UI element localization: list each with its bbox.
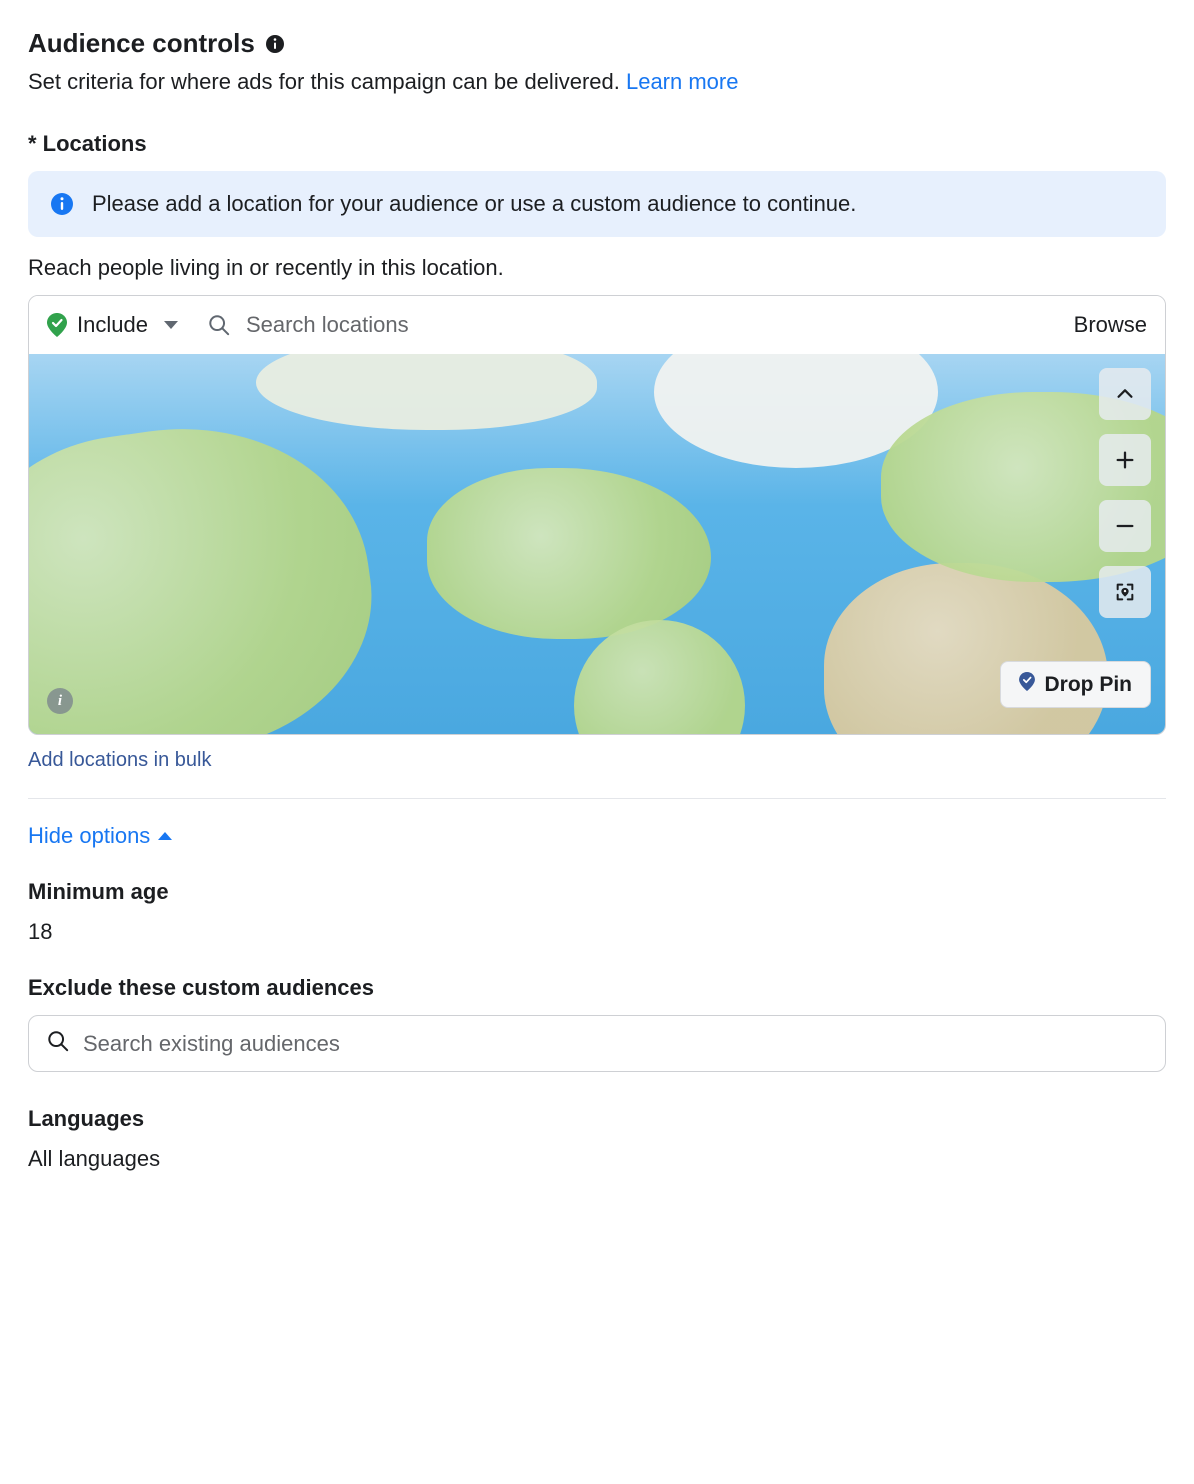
exclude-audiences-label: Exclude these custom audiences — [28, 975, 1166, 1001]
info-circle-icon — [50, 192, 74, 216]
map-terrain — [29, 404, 390, 734]
languages-label: Languages — [28, 1106, 1166, 1132]
zoom-out-button[interactable] — [1099, 500, 1151, 552]
section-subtitle: Set criteria for where ads for this camp… — [28, 69, 1166, 95]
zoom-in-button[interactable] — [1099, 434, 1151, 486]
info-icon[interactable] — [265, 34, 285, 54]
drop-pin-label: Drop Pin — [1045, 673, 1133, 697]
languages-value: All languages — [28, 1146, 1166, 1172]
minimum-age-label: Minimum age — [28, 879, 1166, 905]
section-title: Audience controls — [28, 28, 255, 59]
chevron-down-icon — [164, 321, 178, 329]
chevron-up-icon — [158, 832, 172, 840]
locate-button[interactable] — [1099, 566, 1151, 618]
map-terrain — [824, 563, 1108, 734]
map-terrain — [256, 354, 597, 430]
search-icon — [208, 314, 230, 336]
location-search-input[interactable] — [242, 306, 1062, 344]
add-locations-bulk-link[interactable]: Add locations in bulk — [28, 749, 211, 772]
location-pin-icon — [47, 313, 67, 337]
include-label: Include — [77, 312, 148, 338]
drop-pin-button[interactable]: Drop Pin — [1000, 661, 1152, 708]
location-map-card: Include Browse — [28, 295, 1166, 735]
exclude-audiences-search-box[interactable] — [28, 1015, 1166, 1072]
minimum-age-value: 18 — [28, 919, 1166, 945]
banner-text: Please add a location for your audience … — [92, 191, 856, 217]
locations-info-banner: Please add a location for your audience … — [28, 171, 1166, 237]
map-controls — [1099, 368, 1151, 618]
reach-description: Reach people living in or recently in th… — [28, 255, 1166, 281]
map-viewport[interactable]: Drop Pin i — [29, 354, 1165, 734]
browse-button[interactable]: Browse — [1074, 312, 1147, 338]
drop-pin-icon — [1019, 672, 1035, 697]
map-terrain — [427, 468, 711, 639]
hide-options-toggle[interactable]: Hide options — [28, 823, 172, 849]
map-collapse-button[interactable] — [1099, 368, 1151, 420]
exclude-audiences-input[interactable] — [83, 1031, 1147, 1057]
search-icon — [47, 1030, 69, 1057]
map-info-icon[interactable]: i — [47, 688, 73, 714]
divider — [28, 798, 1166, 799]
hide-options-label: Hide options — [28, 823, 150, 849]
map-toolbar: Include Browse — [29, 296, 1165, 354]
include-dropdown[interactable]: Include — [47, 312, 178, 338]
subtitle-text: Set criteria for where ads for this camp… — [28, 69, 626, 94]
locations-label: * Locations — [28, 131, 1166, 157]
learn-more-link[interactable]: Learn more — [626, 69, 739, 94]
